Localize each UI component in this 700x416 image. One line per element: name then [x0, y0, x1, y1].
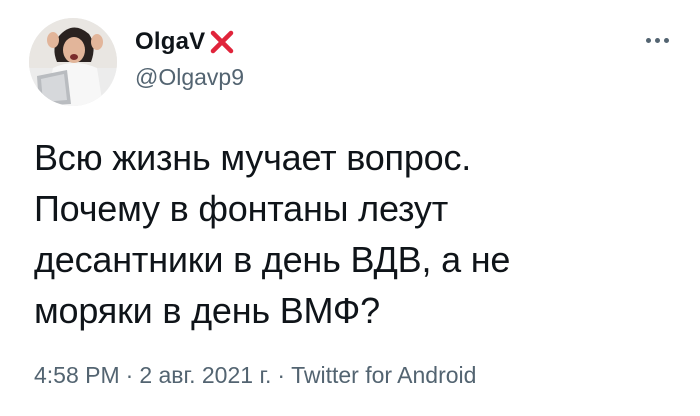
avatar[interactable]	[29, 18, 117, 106]
tweet-time[interactable]: 4:58 PM	[34, 362, 120, 389]
tweet-date[interactable]: 2 авг. 2021 г.	[139, 362, 271, 389]
red-x-emoji-icon	[209, 29, 235, 55]
tweet-source[interactable]: Twitter for Android	[291, 362, 476, 389]
author-name-row: OlgaV	[135, 26, 235, 58]
tweet-card: OlgaV @Olgavp9 Всю жизнь мучает вопрос. …	[0, 0, 700, 416]
display-name[interactable]: OlgaV	[135, 28, 205, 56]
tweet-metadata: 4:58 PM · 2 авг. 2021 г. · Twitter for A…	[34, 362, 476, 389]
more-options-button[interactable]	[640, 30, 674, 50]
meta-separator: ·	[277, 362, 286, 388]
more-dot-icon	[645, 37, 651, 43]
tweet-text: Всю жизнь мучает вопрос. Почему в фонтан…	[34, 137, 511, 331]
user-handle[interactable]: @Olgavp9	[135, 64, 244, 91]
more-dot-icon	[654, 37, 660, 43]
more-dot-icon	[663, 37, 669, 43]
avatar-image	[29, 18, 117, 106]
meta-separator: ·	[125, 362, 134, 388]
